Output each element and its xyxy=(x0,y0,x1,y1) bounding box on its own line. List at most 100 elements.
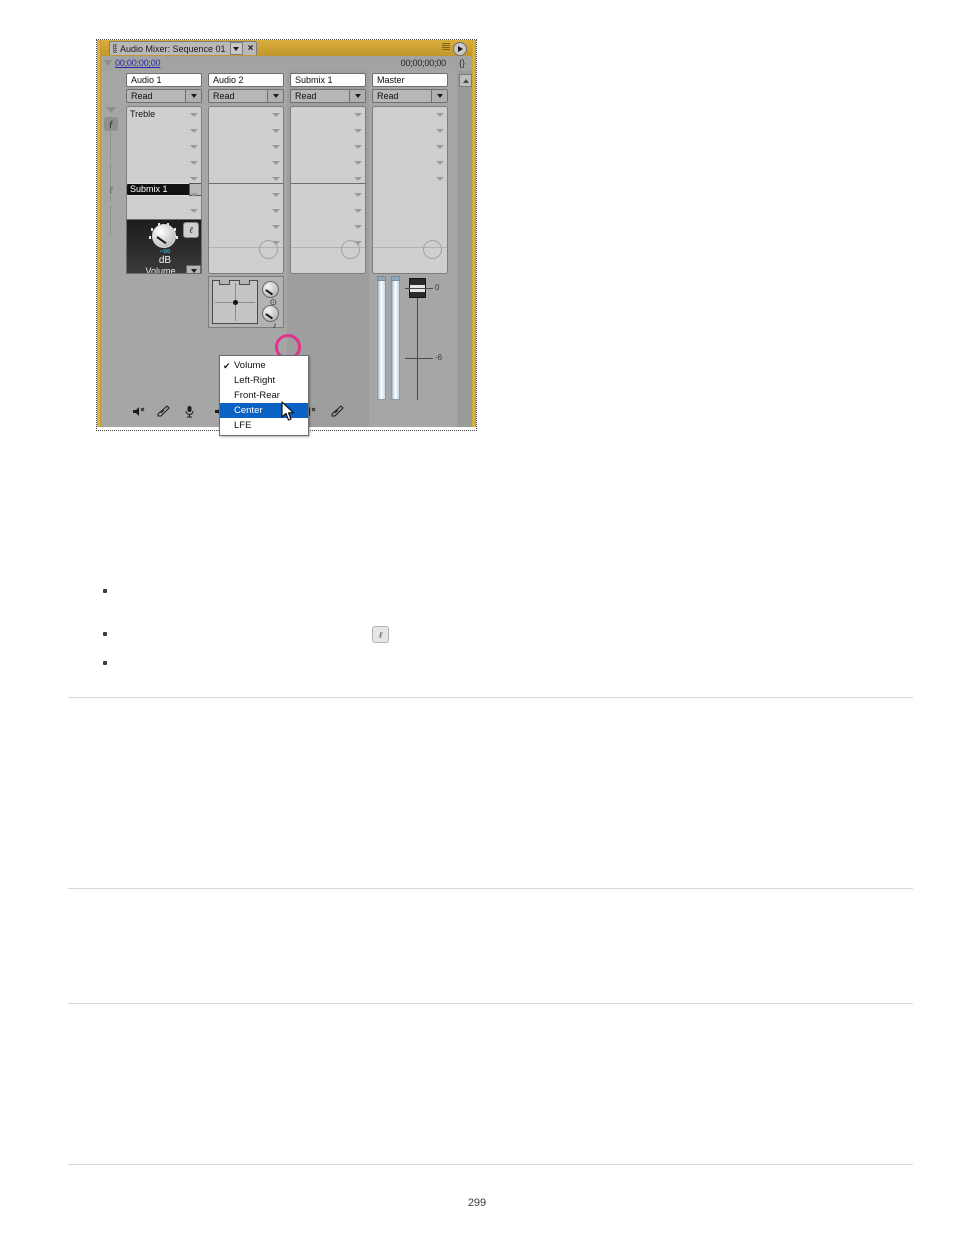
master-meter-group: 0 -6 xyxy=(371,276,449,404)
scale-tick-0 xyxy=(405,288,433,289)
parameter-name-label: Volume xyxy=(145,265,176,274)
list-item-bullet xyxy=(103,589,107,593)
chevron-down-icon xyxy=(233,46,240,51)
chevron-down-icon xyxy=(354,94,361,98)
master-fader-track[interactable] xyxy=(417,281,418,400)
titlebar-grip-icon xyxy=(442,43,450,51)
rail-divider xyxy=(110,205,111,235)
chevron-down-icon xyxy=(190,94,197,98)
close-icon[interactable]: × xyxy=(248,43,254,54)
automation-mode-select[interactable]: Read xyxy=(290,89,366,103)
effects-rail-icon[interactable]: ƒ xyxy=(104,117,118,131)
menu-item-label: Center xyxy=(234,405,263,416)
mouse-cursor-icon xyxy=(281,401,296,427)
effects-and-sends-stack[interactable] xyxy=(290,106,366,274)
inline-send-icon: ℓ xyxy=(372,626,389,643)
automation-dropdown-arrow[interactable] xyxy=(431,90,447,102)
play-icon xyxy=(458,46,463,52)
menu-item-volume[interactable]: ✔ Volume xyxy=(220,358,308,373)
solo-icon[interactable] xyxy=(329,404,345,418)
track-column-audio-1: Audio 1 Read Treble Submix 1 ℓ -∞ dB Vol… xyxy=(123,71,205,427)
surround-panner[interactable]: ⊙ ♪ xyxy=(208,276,284,330)
slot-tick-column xyxy=(436,111,444,271)
pan-position-dot[interactable] xyxy=(232,299,238,305)
section-divider xyxy=(68,1003,913,1004)
automation-mode-label: Read xyxy=(213,91,235,101)
automation-mode-select[interactable]: Read xyxy=(208,89,284,103)
track-column-master: Master Read 0 -6 xyxy=(369,71,451,427)
effect-slot-label[interactable]: Treble xyxy=(130,109,155,119)
section-divider xyxy=(68,1164,913,1165)
pan-field[interactable] xyxy=(212,280,258,324)
effects-and-sends-stack[interactable] xyxy=(372,106,448,274)
chevron-down-icon xyxy=(436,94,443,98)
menu-item-label: Volume xyxy=(234,360,266,371)
automation-mode-label: Read xyxy=(131,91,153,101)
list-item-bullet xyxy=(103,661,107,665)
effects-and-sends-stack[interactable] xyxy=(208,106,284,274)
audio-mixer-figure: Audio Mixer: Sequence 01 × 00;00;00;00 0… xyxy=(96,39,477,436)
volume-knob-panel[interactable]: ℓ -∞ dB Volume xyxy=(126,219,202,274)
timecode-bar: 00;00;00;00 00;00;00;00 {} xyxy=(101,56,472,72)
track-name-field[interactable]: Audio 1 xyxy=(126,73,202,87)
parameter-selector-row: Volume xyxy=(127,265,201,274)
automation-mode-select[interactable]: Read xyxy=(372,89,448,103)
page-number: 299 xyxy=(467,1197,487,1209)
window-frame-right xyxy=(472,40,476,427)
slot-tick-column xyxy=(354,111,362,271)
lfe-symbol-icon: ♪ xyxy=(272,320,278,330)
chevron-down-icon xyxy=(272,94,279,98)
pan-notch xyxy=(239,280,250,285)
mute-icon[interactable] xyxy=(131,404,147,418)
menu-item-label: Front-Rear xyxy=(234,390,280,401)
panel-tab[interactable]: Audio Mixer: Sequence 01 × xyxy=(109,41,258,55)
record-icon[interactable] xyxy=(181,404,197,418)
meter-channel-right xyxy=(391,276,400,400)
menu-item-label: Left-Right xyxy=(234,375,276,386)
automation-mode-select[interactable]: Read xyxy=(126,89,202,103)
pan-knob-upper[interactable] xyxy=(262,281,279,298)
parameter-dropdown-arrow[interactable] xyxy=(186,265,201,273)
in-out-braces-icon: {} xyxy=(458,58,465,68)
drag-grip-icon[interactable] xyxy=(113,44,117,53)
automation-mode-label: Read xyxy=(377,91,399,101)
menu-item-label: LFE xyxy=(234,420,252,431)
chevron-down-icon xyxy=(190,268,197,273)
check-icon: ✔ xyxy=(223,360,231,371)
track-button-row xyxy=(126,403,202,419)
play-button[interactable] xyxy=(453,42,467,56)
automation-dropdown-arrow[interactable] xyxy=(349,90,365,102)
section-divider xyxy=(68,888,913,889)
meter-channel-left xyxy=(377,276,386,400)
solo-icon[interactable] xyxy=(156,404,172,418)
slot-tick-column xyxy=(272,111,280,271)
scale-label-minus6: -6 xyxy=(435,353,443,362)
send-slot-label: Submix 1 xyxy=(130,184,168,194)
panel-tab-label: Audio Mixer: Sequence 01 xyxy=(120,43,226,54)
mixer-left-rail: ƒ ℓ xyxy=(101,71,121,427)
track-name-field[interactable]: Audio 2 xyxy=(208,73,284,87)
track-name-field[interactable]: Master xyxy=(372,73,448,87)
menu-item-left-right[interactable]: Left-Right xyxy=(220,373,308,388)
scroll-up-button[interactable] xyxy=(459,74,472,87)
meter-cap-right xyxy=(391,276,400,281)
automation-dropdown-arrow[interactable] xyxy=(185,90,201,102)
scale-tick-minus6 xyxy=(405,358,433,359)
mixer-scrollbar[interactable] xyxy=(457,71,472,427)
volume-knob[interactable] xyxy=(152,224,176,248)
send-assign-icon[interactable]: ℓ xyxy=(183,222,199,238)
rail-chevron-down-icon[interactable] xyxy=(106,107,116,113)
panel-titlebar: Audio Mixer: Sequence 01 × xyxy=(101,40,472,56)
list-item-bullet xyxy=(103,632,107,636)
chevron-up-icon xyxy=(462,78,469,83)
pan-notch xyxy=(219,280,230,285)
automation-dropdown-arrow[interactable] xyxy=(267,90,283,102)
scale-label-0: 0 xyxy=(435,283,440,292)
track-name-field[interactable]: Submix 1 xyxy=(290,73,366,87)
automation-mode-label: Read xyxy=(295,91,317,101)
duration-timecode[interactable]: 00;00;00;00 xyxy=(401,58,447,68)
sends-rail-icon[interactable]: ℓ xyxy=(104,183,118,197)
panel-menu-button[interactable] xyxy=(229,42,243,55)
expand-caret-icon[interactable] xyxy=(104,60,112,66)
playhead-timecode[interactable]: 00;00;00;00 xyxy=(115,58,161,68)
